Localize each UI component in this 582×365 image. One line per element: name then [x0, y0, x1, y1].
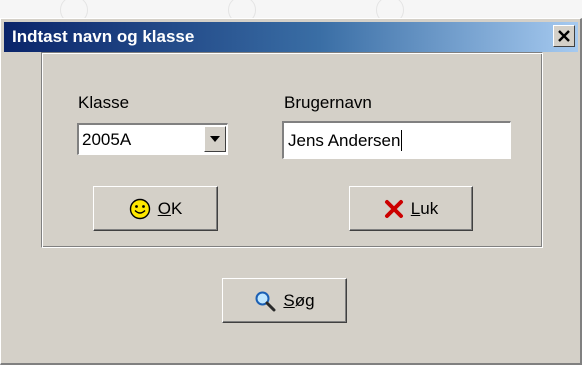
- magnifier-icon: [254, 290, 276, 312]
- search-label-rest: øg: [294, 290, 315, 310]
- close-button[interactable]: Luk: [349, 186, 473, 231]
- ok-mnemonic: O: [157, 198, 171, 218]
- username-label: Brugernavn: [284, 93, 372, 112]
- class-dropdown-arrow[interactable]: [204, 126, 226, 152]
- red-x-icon: [384, 199, 404, 219]
- window-title: Indtast navn og klasse: [12, 27, 195, 46]
- text-caret: [401, 130, 403, 151]
- window-close-button[interactable]: [553, 25, 575, 47]
- dropdown-arrow-icon: [210, 136, 220, 142]
- close-label-rest: uk: [420, 198, 439, 218]
- username-input[interactable]: Jens Andersen: [282, 121, 511, 159]
- close-icon: [558, 30, 570, 42]
- ok-label-rest: K: [170, 198, 183, 218]
- smiley-icon: [129, 198, 151, 220]
- search-mnemonic: S: [283, 290, 295, 310]
- username-input-value: Jens Andersen: [288, 130, 401, 150]
- ok-button[interactable]: OK: [93, 186, 218, 231]
- search-button[interactable]: Søg: [222, 278, 347, 323]
- close-mnemonic: L: [410, 198, 421, 218]
- class-dropdown[interactable]: 2005A: [77, 123, 228, 155]
- class-dropdown-value: 2005A: [82, 130, 132, 149]
- title-bar[interactable]: Indtast navn og klasse: [4, 22, 578, 52]
- class-label: Klasse: [78, 93, 130, 112]
